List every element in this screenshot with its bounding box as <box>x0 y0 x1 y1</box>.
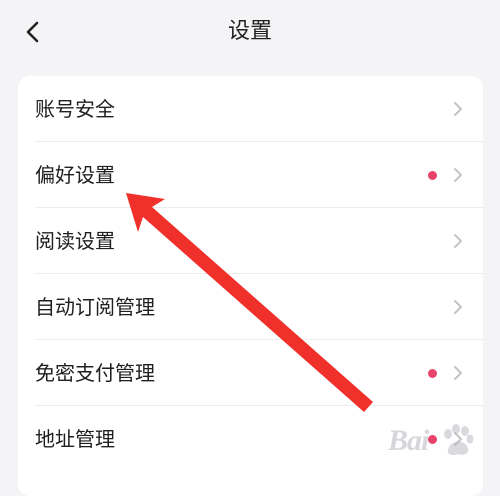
settings-item-address[interactable]: 地址管理 <box>18 406 483 472</box>
settings-item-auto-subscribe[interactable]: 自动订阅管理 <box>18 274 483 340</box>
settings-item-password-free-payment[interactable]: 免密支付管理 <box>18 340 483 406</box>
settings-item-preferences[interactable]: 偏好设置 <box>18 142 483 208</box>
settings-item-label: 阅读设置 <box>35 229 115 253</box>
settings-item-label: 地址管理 <box>35 427 115 451</box>
chevron-right-icon <box>454 366 462 380</box>
chevron-right-icon <box>454 168 462 182</box>
settings-item-label: 免密支付管理 <box>35 361 155 385</box>
settings-item-reading[interactable]: 阅读设置 <box>18 208 483 274</box>
settings-list: 账号安全 偏好设置 阅读设置 自动订阅管理 免密支付管理 地址管理 <box>18 76 483 496</box>
page-title: 设置 <box>227 19 272 44</box>
settings-item-label: 偏好设置 <box>35 163 115 187</box>
settings-item-label: 账号安全 <box>35 97 115 121</box>
chevron-right-icon <box>454 432 462 446</box>
header-bar: 设置 <box>0 0 500 64</box>
unread-dot-icon <box>428 369 437 378</box>
unread-dot-icon <box>428 171 437 180</box>
settings-item-label: 自动订阅管理 <box>35 295 155 319</box>
chevron-right-icon <box>454 102 462 116</box>
unread-dot-icon <box>428 435 437 444</box>
chevron-right-icon <box>454 300 462 314</box>
settings-item-account-security[interactable]: 账号安全 <box>18 76 483 142</box>
chevron-right-icon <box>454 234 462 248</box>
